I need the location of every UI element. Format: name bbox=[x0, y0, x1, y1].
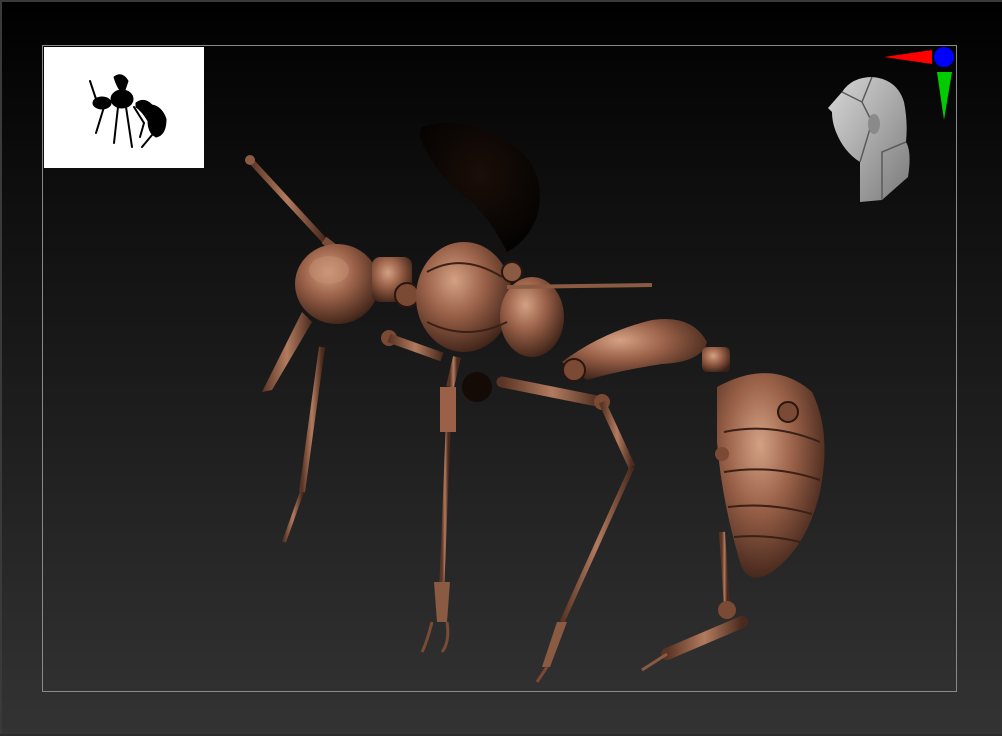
canvas-viewport[interactable] bbox=[0, 0, 1002, 734]
head-icon bbox=[828, 76, 910, 202]
abdomen bbox=[717, 373, 825, 578]
wing bbox=[420, 122, 540, 252]
navigation-gizmo[interactable] bbox=[822, 42, 962, 212]
thorax bbox=[416, 242, 512, 352]
y-axis-arrow-icon bbox=[937, 72, 952, 120]
z-axis-dot-icon bbox=[934, 47, 954, 67]
x-axis-arrow-icon bbox=[884, 50, 932, 64]
head bbox=[295, 244, 379, 324]
